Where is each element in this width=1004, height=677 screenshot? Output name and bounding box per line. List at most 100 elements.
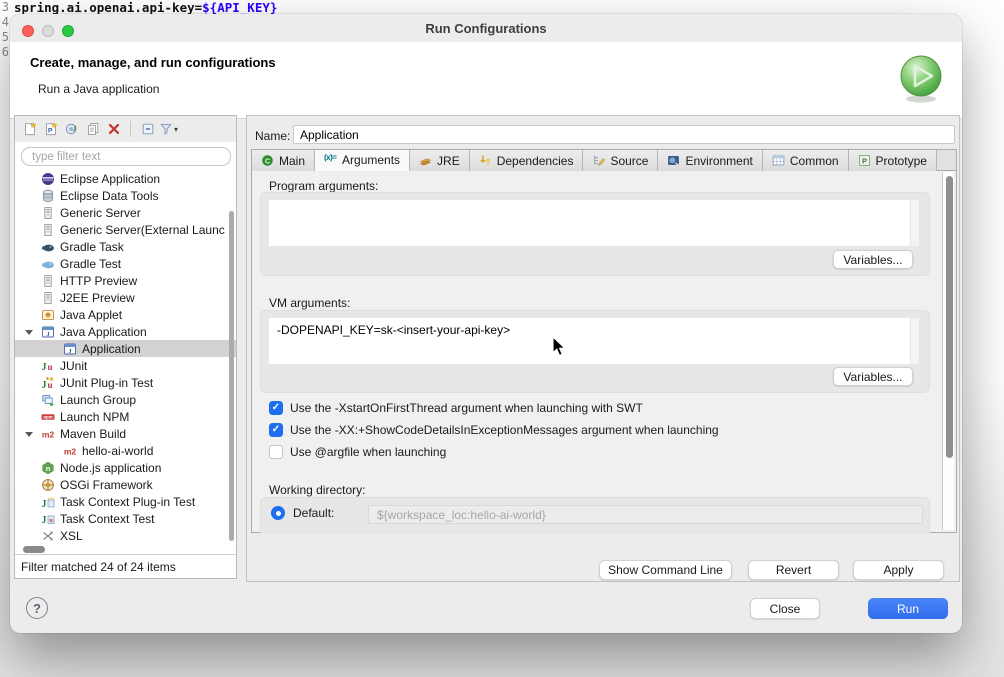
tab-jre[interactable]: JRE xyxy=(410,150,470,171)
tree-item[interactable]: Launch Group xyxy=(15,391,236,408)
show-command-line-button[interactable]: Show Command Line xyxy=(599,560,732,580)
new-configuration-button[interactable] xyxy=(19,119,40,139)
tab-prototype[interactable]: P Prototype xyxy=(849,150,937,171)
tree-item[interactable]: J2EE Preview xyxy=(15,289,236,306)
checkbox-checked-icon[interactable]: ✓ xyxy=(269,423,283,437)
help-button[interactable]: ? xyxy=(26,597,48,619)
configuration-name-input[interactable] xyxy=(293,125,955,144)
osgi-icon xyxy=(41,478,55,492)
vm-arguments-textarea[interactable]: -DOPENAPI_KEY=sk-<insert-your-api-key> xyxy=(269,318,919,364)
tab-label: Environment xyxy=(685,154,752,168)
tree-item[interactable]: HTTP Preview xyxy=(15,272,236,289)
tree-item-label: Java Application xyxy=(60,325,147,339)
tree-item-label: Task Context Plug-in Test xyxy=(60,495,195,509)
working-directory-label: Working directory: xyxy=(269,483,365,497)
program-arguments-variables-button[interactable]: Variables... xyxy=(833,250,913,269)
tree-item-label: Launch NPM xyxy=(60,410,129,424)
tree-item[interactable]: m2 hello-ai-world xyxy=(15,442,236,459)
code-property: spring.ai.openai.api-key= xyxy=(14,0,202,15)
tree-item[interactable]: JuJUnit Plug-in Test xyxy=(15,374,236,391)
tab-main[interactable]: CMain xyxy=(252,150,315,171)
tab-label: Prototype xyxy=(876,154,927,168)
tree-item[interactable]: Eclipse Application xyxy=(15,170,236,187)
svg-text:J: J xyxy=(42,499,47,509)
tab-label: Source xyxy=(610,154,648,168)
svg-text:J: J xyxy=(42,515,47,526)
export-configurations-button[interactable] xyxy=(61,119,82,139)
launch-option-row[interactable]: Use @argfile when launching xyxy=(269,444,446,460)
server-icon xyxy=(41,291,55,305)
tab-environment[interactable]: Environment xyxy=(658,150,762,171)
run-configurations-dialog: Run Configurations Create, manage, and r… xyxy=(10,14,962,633)
tree-horizontal-scrollbar[interactable] xyxy=(23,546,45,553)
filter-input[interactable] xyxy=(21,147,231,166)
tree-item[interactable]: JJava Application xyxy=(15,323,236,340)
apply-button[interactable]: Apply xyxy=(853,560,944,580)
close-button[interactable]: Close xyxy=(750,598,820,619)
collapse-all-button[interactable] xyxy=(137,119,158,139)
task-context-plugin-icon: J xyxy=(41,495,55,509)
dialog-header: Create, manage, and run configurations R… xyxy=(10,42,962,119)
tree-item[interactable]: J Task Context Plug-in Test xyxy=(15,493,236,510)
prototype-tab-icon: P xyxy=(858,154,872,168)
chevron-down-icon[interactable] xyxy=(25,330,33,335)
tab-arguments[interactable]: (x)=Arguments xyxy=(315,150,410,171)
launch-option-row[interactable]: ✓Use the -XX:+ShowCodeDetailsInException… xyxy=(269,422,719,438)
vm-arguments-variables-button[interactable]: Variables... xyxy=(833,367,913,386)
tree-item[interactable]: nNode.js application xyxy=(15,459,236,476)
tab-label: Arguments xyxy=(342,153,400,167)
tree-item[interactable]: JuTask Context Test xyxy=(15,510,236,527)
tree-item-label: Java Applet xyxy=(60,308,122,322)
new-prototype-button[interactable]: P xyxy=(40,119,61,139)
filter-status: Filter matched 24 of 24 items xyxy=(15,554,236,578)
filter-button[interactable]: ▾ xyxy=(158,119,179,139)
tree-item[interactable]: npmLaunch NPM xyxy=(15,408,236,425)
default-radio[interactable] xyxy=(271,506,285,520)
content-scrollbar-thumb[interactable] xyxy=(946,176,953,458)
tab-common[interactable]: Common xyxy=(763,150,849,171)
tree-item[interactable]: XSL xyxy=(15,527,236,544)
java-applet-icon xyxy=(41,308,55,322)
tree-item-label: hello-ai-world xyxy=(82,444,153,458)
content-scrollbar-track[interactable] xyxy=(942,172,954,530)
tab-dependencies[interactable]: Dependencies xyxy=(470,150,584,171)
launch-option-row[interactable]: ✓Use the -XstartOnFirstThread argument w… xyxy=(269,400,643,416)
tree-item[interactable]: Eclipse Data Tools xyxy=(15,187,236,204)
dialog-titlebar[interactable]: Run Configurations xyxy=(10,14,962,42)
duplicate-icon xyxy=(86,122,100,136)
working-directory-group: Default: xyxy=(260,497,930,534)
duplicate-button[interactable] xyxy=(82,119,103,139)
tree-item[interactable]: JuJUnit xyxy=(15,357,236,374)
working-directory-input[interactable] xyxy=(368,505,923,524)
tree-item-label: J2EE Preview xyxy=(60,291,135,305)
tree-vertical-scrollbar[interactable] xyxy=(229,211,234,541)
dialog-title: Run Configurations xyxy=(10,14,962,42)
tree-item[interactable]: Generic Server(External Launc xyxy=(15,221,236,238)
run-button[interactable]: Run xyxy=(868,598,948,619)
task-context-icon: Ju xyxy=(41,512,55,526)
tree-item[interactable]: Gradle Test xyxy=(15,255,236,272)
tree-item[interactable]: Gradle Task xyxy=(15,238,236,255)
textarea-scroll-gutter xyxy=(910,318,919,364)
chevron-down-icon[interactable] xyxy=(25,432,33,437)
new-configuration-icon xyxy=(23,122,37,136)
delete-button[interactable] xyxy=(103,119,124,139)
svg-text:P: P xyxy=(47,128,52,135)
server-icon xyxy=(41,223,55,237)
checkbox-unchecked-icon[interactable] xyxy=(269,445,283,459)
tree-item[interactable]: Java Applet xyxy=(15,306,236,323)
tree-item[interactable]: m2Maven Build xyxy=(15,425,236,442)
tab-label: JRE xyxy=(437,154,460,168)
tree-item[interactable]: Generic Server xyxy=(15,204,236,221)
maven-icon: m2 xyxy=(63,444,77,458)
tree-item-label: Launch Group xyxy=(60,393,136,407)
tree-item[interactable]: OSGi Framework xyxy=(15,476,236,493)
tree-item[interactable]: JApplication xyxy=(15,340,236,357)
revert-button[interactable]: Revert xyxy=(748,560,839,580)
program-arguments-textarea[interactable] xyxy=(269,200,919,246)
configurations-sidebar: P ▾ Eclipse ApplicationEclipse Data Tool… xyxy=(14,115,237,579)
checkbox-checked-icon[interactable]: ✓ xyxy=(269,401,283,415)
tab-source[interactable]: Source xyxy=(583,150,658,171)
gradle-light-icon xyxy=(41,257,55,271)
code-value: ${API_KEY} xyxy=(202,0,277,15)
